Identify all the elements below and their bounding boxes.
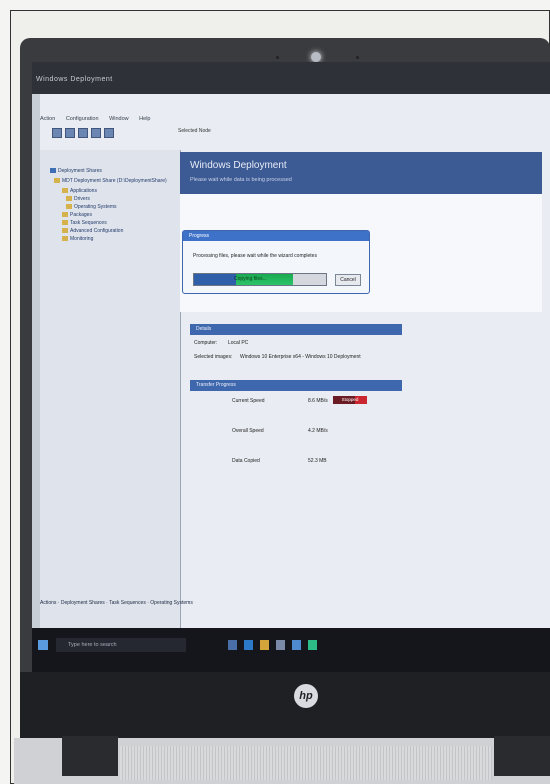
bottom-tabs: Actions · Deployment Shares · Task Seque…	[40, 600, 193, 606]
progress-segment	[194, 274, 236, 285]
folder-icon	[62, 188, 68, 194]
tree-item[interactable]: Task Sequences	[62, 220, 107, 226]
wizard-header: Windows Deployment Please wait while dat…	[180, 152, 542, 194]
tree-item[interactable]: Operating Systems	[66, 204, 117, 210]
tree-item[interactable]: Drivers	[66, 196, 90, 202]
wizard-title: Windows Deployment	[190, 160, 287, 171]
dialog-titlebar: Progress	[183, 231, 369, 241]
refresh-icon[interactable]	[78, 128, 88, 138]
mail-icon[interactable]	[292, 640, 301, 650]
perf-label: Overall Speed	[232, 428, 264, 434]
navigation-tree: Deployment Shares MDT Deployment Share (…	[40, 150, 181, 630]
perf-value: 4.2 MB/s	[308, 428, 328, 434]
breadcrumb: Selected Node	[178, 128, 211, 134]
hp-logo: hp	[294, 684, 318, 708]
progress-text: Copying files...	[234, 276, 267, 282]
progress-bar: Copying files...	[193, 273, 327, 286]
windows-start-icon[interactable]	[38, 640, 48, 650]
perf-value: 52.3 MB	[308, 458, 327, 464]
status-badge: Stopped	[333, 396, 367, 404]
details-header: Details	[190, 324, 402, 335]
menu-bar: Action Configuration Window Help	[40, 116, 550, 126]
perf-label: Data Copied	[232, 458, 260, 464]
task-view-icon[interactable]	[228, 640, 237, 650]
folder-icon[interactable]	[260, 640, 269, 650]
folder-icon	[62, 236, 68, 242]
microphone-icon	[276, 56, 279, 59]
app-icon[interactable]	[308, 640, 317, 650]
perf-label: Current Speed	[232, 398, 265, 404]
tree-share[interactable]: MDT Deployment Share (D:\DeploymentShare…	[54, 178, 167, 184]
speaker-grille	[120, 746, 492, 780]
performance-header: Transfer Progress	[190, 380, 402, 391]
progress-dialog: Progress Processing files, please wait w…	[182, 230, 370, 294]
detail-value: Local PC	[228, 340, 249, 346]
browser-icon[interactable]	[244, 640, 253, 650]
store-icon[interactable]	[276, 640, 285, 650]
menu-help[interactable]: Help	[139, 116, 150, 122]
taskbar: Type here to search	[32, 628, 550, 672]
help-icon[interactable]	[104, 128, 114, 138]
menu-window[interactable]: Window	[109, 116, 129, 122]
hinge	[494, 736, 550, 776]
folder-icon	[62, 220, 68, 226]
folder-icon	[62, 212, 68, 218]
laptop-screen: Windows Deployment Action Configuration …	[32, 62, 550, 672]
tree-root[interactable]: Deployment Shares	[50, 168, 102, 174]
perf-value: 8.6 MB/s	[308, 398, 328, 404]
folder-icon	[62, 228, 68, 234]
forward-icon[interactable]	[65, 128, 75, 138]
webcam-icon	[311, 52, 321, 62]
status-strip	[40, 582, 550, 592]
menu-action[interactable]: Action	[40, 116, 55, 122]
tab-actions[interactable]: Actions	[40, 600, 56, 606]
tree-item[interactable]: Advanced Configuration	[62, 228, 123, 234]
tab-task-sequences[interactable]: Task Sequences	[109, 600, 146, 606]
dialog-message: Processing files, please wait while the …	[193, 253, 317, 259]
detail-label: Selected images:	[194, 354, 233, 360]
back-icon[interactable]	[52, 128, 62, 138]
properties-icon[interactable]	[91, 128, 101, 138]
wizard-subtitle: Please wait while data is being processe…	[190, 177, 292, 183]
dialog-title: Progress	[189, 233, 210, 239]
app-titlebar: Windows Deployment	[32, 62, 550, 94]
hinge	[62, 736, 118, 776]
tab-operating-systems[interactable]: Operating Systems	[150, 600, 193, 606]
folder-icon	[66, 204, 72, 210]
menu-configuration[interactable]: Configuration	[66, 116, 99, 122]
taskbar-search[interactable]: Type here to search	[56, 638, 186, 652]
detail-value: Windows 10 Enterprise x64 - Windows 10 D…	[240, 354, 361, 360]
folder-icon	[66, 196, 72, 202]
computer-icon	[50, 168, 56, 174]
tree-item[interactable]: Packages	[62, 212, 92, 218]
tab-deployment-shares[interactable]: Deployment Shares	[61, 600, 105, 606]
window-title: Windows Deployment	[36, 76, 113, 83]
screen-bezel	[20, 672, 550, 738]
cancel-button[interactable]: Cancel	[335, 274, 361, 286]
tree-item[interactable]: Monitoring	[62, 236, 93, 242]
detail-label: Computer:	[194, 340, 218, 346]
tree-item[interactable]: Applications	[62, 188, 97, 194]
microphone-icon	[356, 56, 359, 59]
folder-icon	[54, 178, 60, 184]
